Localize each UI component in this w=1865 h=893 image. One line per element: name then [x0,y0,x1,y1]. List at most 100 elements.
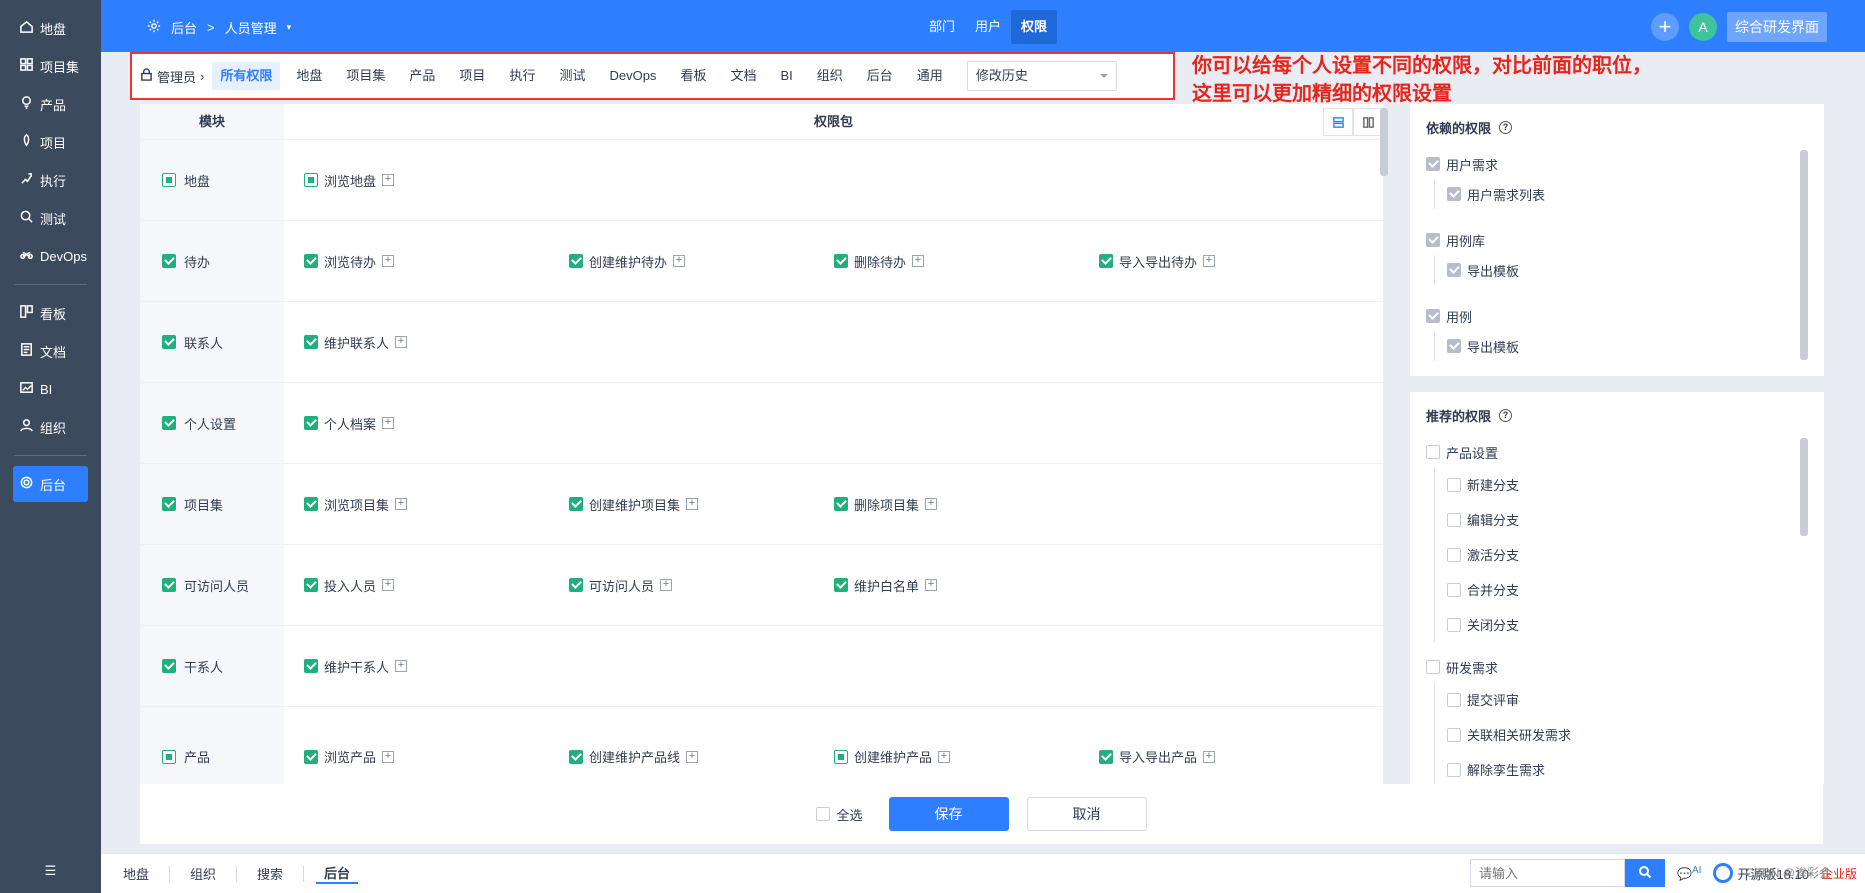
expand-icon[interactable]: + [938,750,951,763]
module-checkbox[interactable] [162,497,176,511]
permission-child-item[interactable]: 激活分支 [1447,537,1632,572]
expand-icon[interactable]: + [925,498,938,510]
package-checkbox[interactable] [304,173,318,187]
tab-0[interactable]: 所有权限 [212,62,281,90]
package-checkbox[interactable] [304,749,318,764]
child-checkbox[interactable] [1447,547,1461,562]
package-checkbox[interactable] [304,416,318,430]
tab-2[interactable]: 项目集 [338,62,393,90]
plus-icon[interactable]: + [1651,13,1679,41]
column-view-icon[interactable] [1353,108,1383,136]
permission-child-item[interactable]: 编辑分支 [1447,502,1632,537]
tab-11[interactable]: 组织 [809,62,851,90]
tab-1[interactable]: 地盘 [288,62,330,90]
sidebar-item-11[interactable]: 后台 [13,466,88,502]
bottom-nav-item-1[interactable]: 组织 [182,864,224,883]
bottom-nav-item-0[interactable]: 地盘 [115,864,157,883]
group-checkbox[interactable] [1426,309,1440,323]
cancel-button[interactable]: 取消 [1026,797,1147,831]
scrollbar[interactable] [1800,150,1808,360]
permission-group-item[interactable]: 用户需求 [1426,149,1808,179]
expand-icon[interactable]: + [395,336,408,348]
tab-10[interactable]: BI [772,62,800,90]
package-checkbox[interactable] [1099,254,1113,268]
ai-chat-icon[interactable]: 💬AI [1677,865,1701,881]
permission-group-item[interactable]: 产品设置 [1426,437,1808,467]
sidebar-item-8[interactable]: 文档 [13,333,88,369]
package-checkbox[interactable] [304,254,318,268]
tab-9[interactable]: 文档 [722,62,764,90]
sidebar-item-9[interactable]: BI [13,371,88,407]
permission-group-item[interactable]: 用例库 [1426,225,1808,255]
sidebar-item-6[interactable]: DevOps [13,238,88,274]
package-checkbox[interactable] [569,578,583,592]
permission-group-item[interactable]: 用例 [1426,301,1808,331]
package-checkbox[interactable] [834,578,848,592]
tab-6[interactable]: 测试 [551,62,593,90]
permission-child-item[interactable]: 提交评审 [1447,682,1632,717]
permission-child-item[interactable]: 用户需求列表 [1447,179,1808,209]
tab-12[interactable]: 后台 [859,62,901,90]
expand-icon[interactable]: + [1203,750,1216,763]
module-checkbox[interactable] [162,749,176,764]
package-checkbox[interactable] [834,254,848,268]
module-checkbox[interactable] [162,416,176,430]
group-checkbox[interactable] [1426,233,1440,247]
expand-icon[interactable]: + [686,750,699,763]
save-button[interactable]: 保存 [888,797,1009,831]
package-checkbox[interactable] [834,497,848,511]
tab-8[interactable]: 看板 [672,62,714,90]
child-checkbox[interactable] [1447,187,1461,201]
bottom-nav-item-3[interactable]: 后台 [316,863,359,884]
help-icon[interactable]: ? [1499,409,1513,422]
permission-child-item[interactable]: 解除孪生需求 [1447,752,1632,784]
permission-child-item[interactable]: 导出模板 [1447,255,1808,285]
scrollbar[interactable] [1380,108,1388,176]
search-input[interactable] [1470,859,1626,887]
sidebar-item-3[interactable]: 项目 [13,124,88,160]
expand-icon[interactable]: + [382,417,395,429]
switch-interface-button[interactable]: 综合研发界面 [1727,12,1827,42]
breadcrumb-current[interactable]: 人员管理 [225,18,277,37]
group-checkbox[interactable] [1426,445,1440,459]
history-select[interactable]: 修改历史 [966,61,1117,91]
chevron-down-icon[interactable]: ▾ [287,22,292,33]
header-nav-item-2[interactable]: 权限 [1011,10,1058,44]
expand-icon[interactable]: + [382,255,395,267]
select-all-checkbox[interactable] [816,807,831,821]
sidebar-item-1[interactable]: 项目集 [13,48,88,84]
header-nav-item-1[interactable]: 用户 [965,10,1011,44]
package-checkbox[interactable] [1099,749,1113,764]
collapse-menu-icon[interactable]: ☰ [0,863,101,879]
tab-3[interactable]: 产品 [401,62,443,90]
permission-child-item[interactable]: 关联相关研发需求 [1447,717,1632,752]
child-checkbox[interactable] [1447,477,1461,492]
package-checkbox[interactable] [304,659,318,673]
group-checkbox[interactable] [1426,660,1440,674]
child-checkbox[interactable] [1447,617,1461,632]
expand-icon[interactable]: + [382,750,395,763]
module-checkbox[interactable] [162,335,176,349]
child-checkbox[interactable] [1447,512,1461,527]
child-checkbox[interactable] [1447,692,1461,707]
search-button[interactable] [1625,859,1666,887]
permission-group-item[interactable]: 研发需求 [1426,652,1808,682]
expand-icon[interactable]: + [395,660,408,672]
child-checkbox[interactable] [1447,727,1461,742]
tab-7[interactable]: DevOps [601,62,664,90]
child-checkbox[interactable] [1447,582,1461,597]
permission-child-item[interactable]: 导出模板 [1447,331,1808,361]
package-checkbox[interactable] [569,497,583,511]
sidebar-item-5[interactable]: 测试 [13,200,88,236]
sidebar-item-10[interactable]: 组织 [13,409,88,445]
group-checkbox[interactable] [1426,157,1440,171]
sidebar-item-7[interactable]: 看板 [13,295,88,331]
permission-child-item[interactable]: 合并分支 [1447,572,1632,607]
package-checkbox[interactable] [304,497,318,511]
expand-icon[interactable]: + [660,579,673,591]
child-checkbox[interactable] [1447,339,1461,353]
tab-5[interactable]: 执行 [501,62,543,90]
sidebar-item-4[interactable]: 执行 [13,162,88,198]
expand-icon[interactable]: + [382,174,395,186]
package-checkbox[interactable] [834,749,848,764]
